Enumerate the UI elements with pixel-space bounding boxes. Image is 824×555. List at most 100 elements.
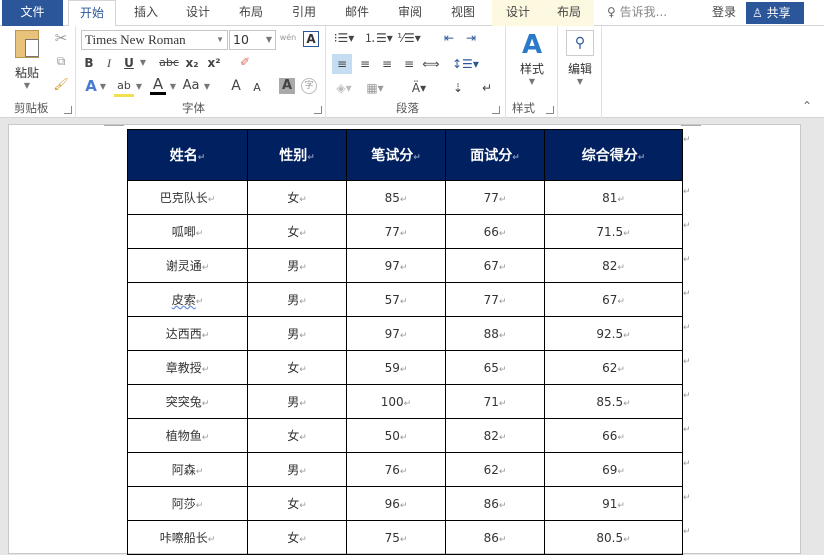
paste-button[interactable]: 粘贴 ▼	[10, 30, 44, 92]
table-cell[interactable]: 50↵	[346, 418, 446, 453]
table-cell[interactable]: 62↵	[544, 350, 683, 385]
table-cell[interactable]: 88↵	[445, 316, 545, 351]
align-right-button[interactable]: ≡	[378, 56, 396, 72]
chevron-down-icon[interactable]: ▼	[98, 79, 108, 95]
asian-layout-icon[interactable]: Ä▾	[406, 80, 432, 96]
table-cell[interactable]: 82↵	[544, 248, 683, 283]
table-cell[interactable]: 女↵	[247, 350, 347, 385]
tab-home[interactable]: 开始	[68, 0, 116, 27]
table-cell[interactable]: 80.5↵	[544, 520, 683, 555]
copy-icon[interactable]: ⧉	[52, 53, 70, 69]
italic-button[interactable]: I	[102, 55, 116, 71]
table-cell[interactable]: 达西西↵	[127, 316, 248, 351]
table-cell[interactable]: 男↵	[247, 282, 347, 317]
tab-mailings[interactable]: 邮件	[339, 0, 375, 26]
cut-icon[interactable]: ✂	[52, 30, 70, 46]
table-cell[interactable]: 女↵	[247, 486, 347, 521]
table-cell[interactable]: 皮索↵	[127, 282, 248, 317]
table-cell[interactable]: 女↵	[247, 520, 347, 555]
change-case-button[interactable]: Aa	[180, 78, 202, 94]
table-cell[interactable]: 女↵	[247, 180, 347, 215]
align-center-button[interactable]: ≡	[356, 56, 374, 72]
bold-button[interactable]: B	[82, 55, 96, 71]
table-cell[interactable]: 92.5↵	[544, 316, 683, 351]
table-cell[interactable]: 阿森↵	[127, 452, 248, 487]
subscript-button[interactable]: x₂	[184, 55, 200, 71]
numbering-icon[interactable]: ⒈☰▾	[364, 30, 393, 46]
table-cell[interactable]: 67↵	[445, 248, 545, 283]
table-cell[interactable]: 谢灵通↵	[127, 248, 248, 283]
increase-indent-icon[interactable]: ⇥	[462, 30, 480, 46]
column-header[interactable]: 面试分↵	[445, 129, 545, 181]
login-link[interactable]: 登录	[712, 0, 736, 26]
format-painter-icon[interactable]: 🖌	[52, 76, 70, 92]
phonetic-guide-icon[interactable]: wén	[279, 30, 297, 46]
strikethrough-button[interactable]: abc	[158, 55, 180, 71]
table-cell[interactable]: 100↵	[346, 384, 446, 419]
table-cell[interactable]: 植物鱼↵	[127, 418, 248, 453]
bullets-icon[interactable]: ⁝☰▾	[332, 30, 356, 46]
table-cell[interactable]: 男↵	[247, 316, 347, 351]
table-cell[interactable]: 67↵	[544, 282, 683, 317]
tab-file[interactable]: 文件	[2, 0, 63, 26]
table-cell[interactable]: 77↵	[346, 214, 446, 249]
table-cell[interactable]: 91↵	[544, 486, 683, 521]
table-cell[interactable]: 59↵	[346, 350, 446, 385]
borders-icon[interactable]: ▦▾	[362, 80, 388, 96]
styles-launcher-icon[interactable]	[546, 106, 554, 114]
tab-review[interactable]: 审阅	[392, 0, 428, 26]
table-cell[interactable]: 62↵	[445, 452, 545, 487]
underline-button[interactable]: U	[122, 55, 136, 71]
table-cell[interactable]: 69↵	[544, 452, 683, 487]
share-button[interactable]: ♙ 共享	[746, 2, 804, 24]
table-cell[interactable]: 76↵	[346, 452, 446, 487]
character-shading-button[interactable]: A	[279, 78, 295, 94]
table-cell[interactable]: 75↵	[346, 520, 446, 555]
column-header[interactable]: 综合得分↵	[544, 129, 683, 181]
shrink-font-button[interactable]: A	[250, 80, 264, 96]
table-cell[interactable]: 章教授↵	[127, 350, 248, 385]
table-cell[interactable]: 86↵	[445, 486, 545, 521]
tab-design[interactable]: 设计	[180, 0, 216, 26]
table-cell[interactable]: 77↵	[445, 180, 545, 215]
collapse-ribbon-icon[interactable]: ⌃	[800, 98, 814, 114]
table-cell[interactable]: 81↵	[544, 180, 683, 215]
table-cell[interactable]: 85.5↵	[544, 384, 683, 419]
distributed-button[interactable]: ⟺	[422, 56, 440, 72]
table-cell[interactable]: 71.5↵	[544, 214, 683, 249]
table-cell[interactable]: 82↵	[445, 418, 545, 453]
tab-table-design[interactable]: 设计	[492, 0, 544, 26]
table-cell[interactable]: 96↵	[346, 486, 446, 521]
shading-icon[interactable]: ◈▾	[332, 80, 356, 96]
align-left-button[interactable]: ≡	[332, 54, 352, 74]
tell-me-box[interactable]: ♀ 告诉我...	[607, 0, 667, 26]
tab-table-layout[interactable]: 布局	[544, 0, 594, 26]
font-size-select[interactable]: 10 ▼	[229, 30, 276, 50]
clear-formatting-icon[interactable]: ✐	[236, 54, 254, 70]
table-cell[interactable]: 86↵	[445, 520, 545, 555]
table-cell[interactable]: 男↵	[247, 248, 347, 283]
table-cell[interactable]: 男↵	[247, 384, 347, 419]
show-hide-marks-icon[interactable]: ↵	[478, 80, 496, 96]
chevron-down-icon[interactable]: ▼	[202, 79, 212, 95]
column-header[interactable]: 姓名↵	[127, 129, 248, 181]
sort-icon[interactable]: ⇣	[448, 80, 468, 96]
table-cell[interactable]: 57↵	[346, 282, 446, 317]
table-cell[interactable]: 巴克队长↵	[127, 180, 248, 215]
chevron-down-icon[interactable]: ▼	[134, 79, 144, 95]
chevron-down-icon[interactable]: ▼	[168, 79, 178, 95]
column-header[interactable]: 笔试分↵	[346, 129, 446, 181]
superscript-button[interactable]: x²	[206, 55, 222, 71]
enclose-characters-button[interactable]: 字	[301, 78, 317, 94]
tab-view[interactable]: 视图	[445, 0, 481, 26]
table-cell[interactable]: 85↵	[346, 180, 446, 215]
line-spacing-icon[interactable]: ↕☰▾	[452, 56, 479, 72]
table-cell[interactable]: 女↵	[247, 418, 347, 453]
underline-dropdown-icon[interactable]: ▼	[138, 55, 148, 71]
justify-button[interactable]: ≡	[400, 56, 418, 72]
table-cell[interactable]: 阿莎↵	[127, 486, 248, 521]
table-cell[interactable]: 呱唧↵	[127, 214, 248, 249]
editing-button[interactable]: ⚲ 编辑 ▼	[564, 30, 596, 92]
table-cell[interactable]: 71↵	[445, 384, 545, 419]
multilevel-list-icon[interactable]: ⅟☰▾	[396, 30, 422, 46]
